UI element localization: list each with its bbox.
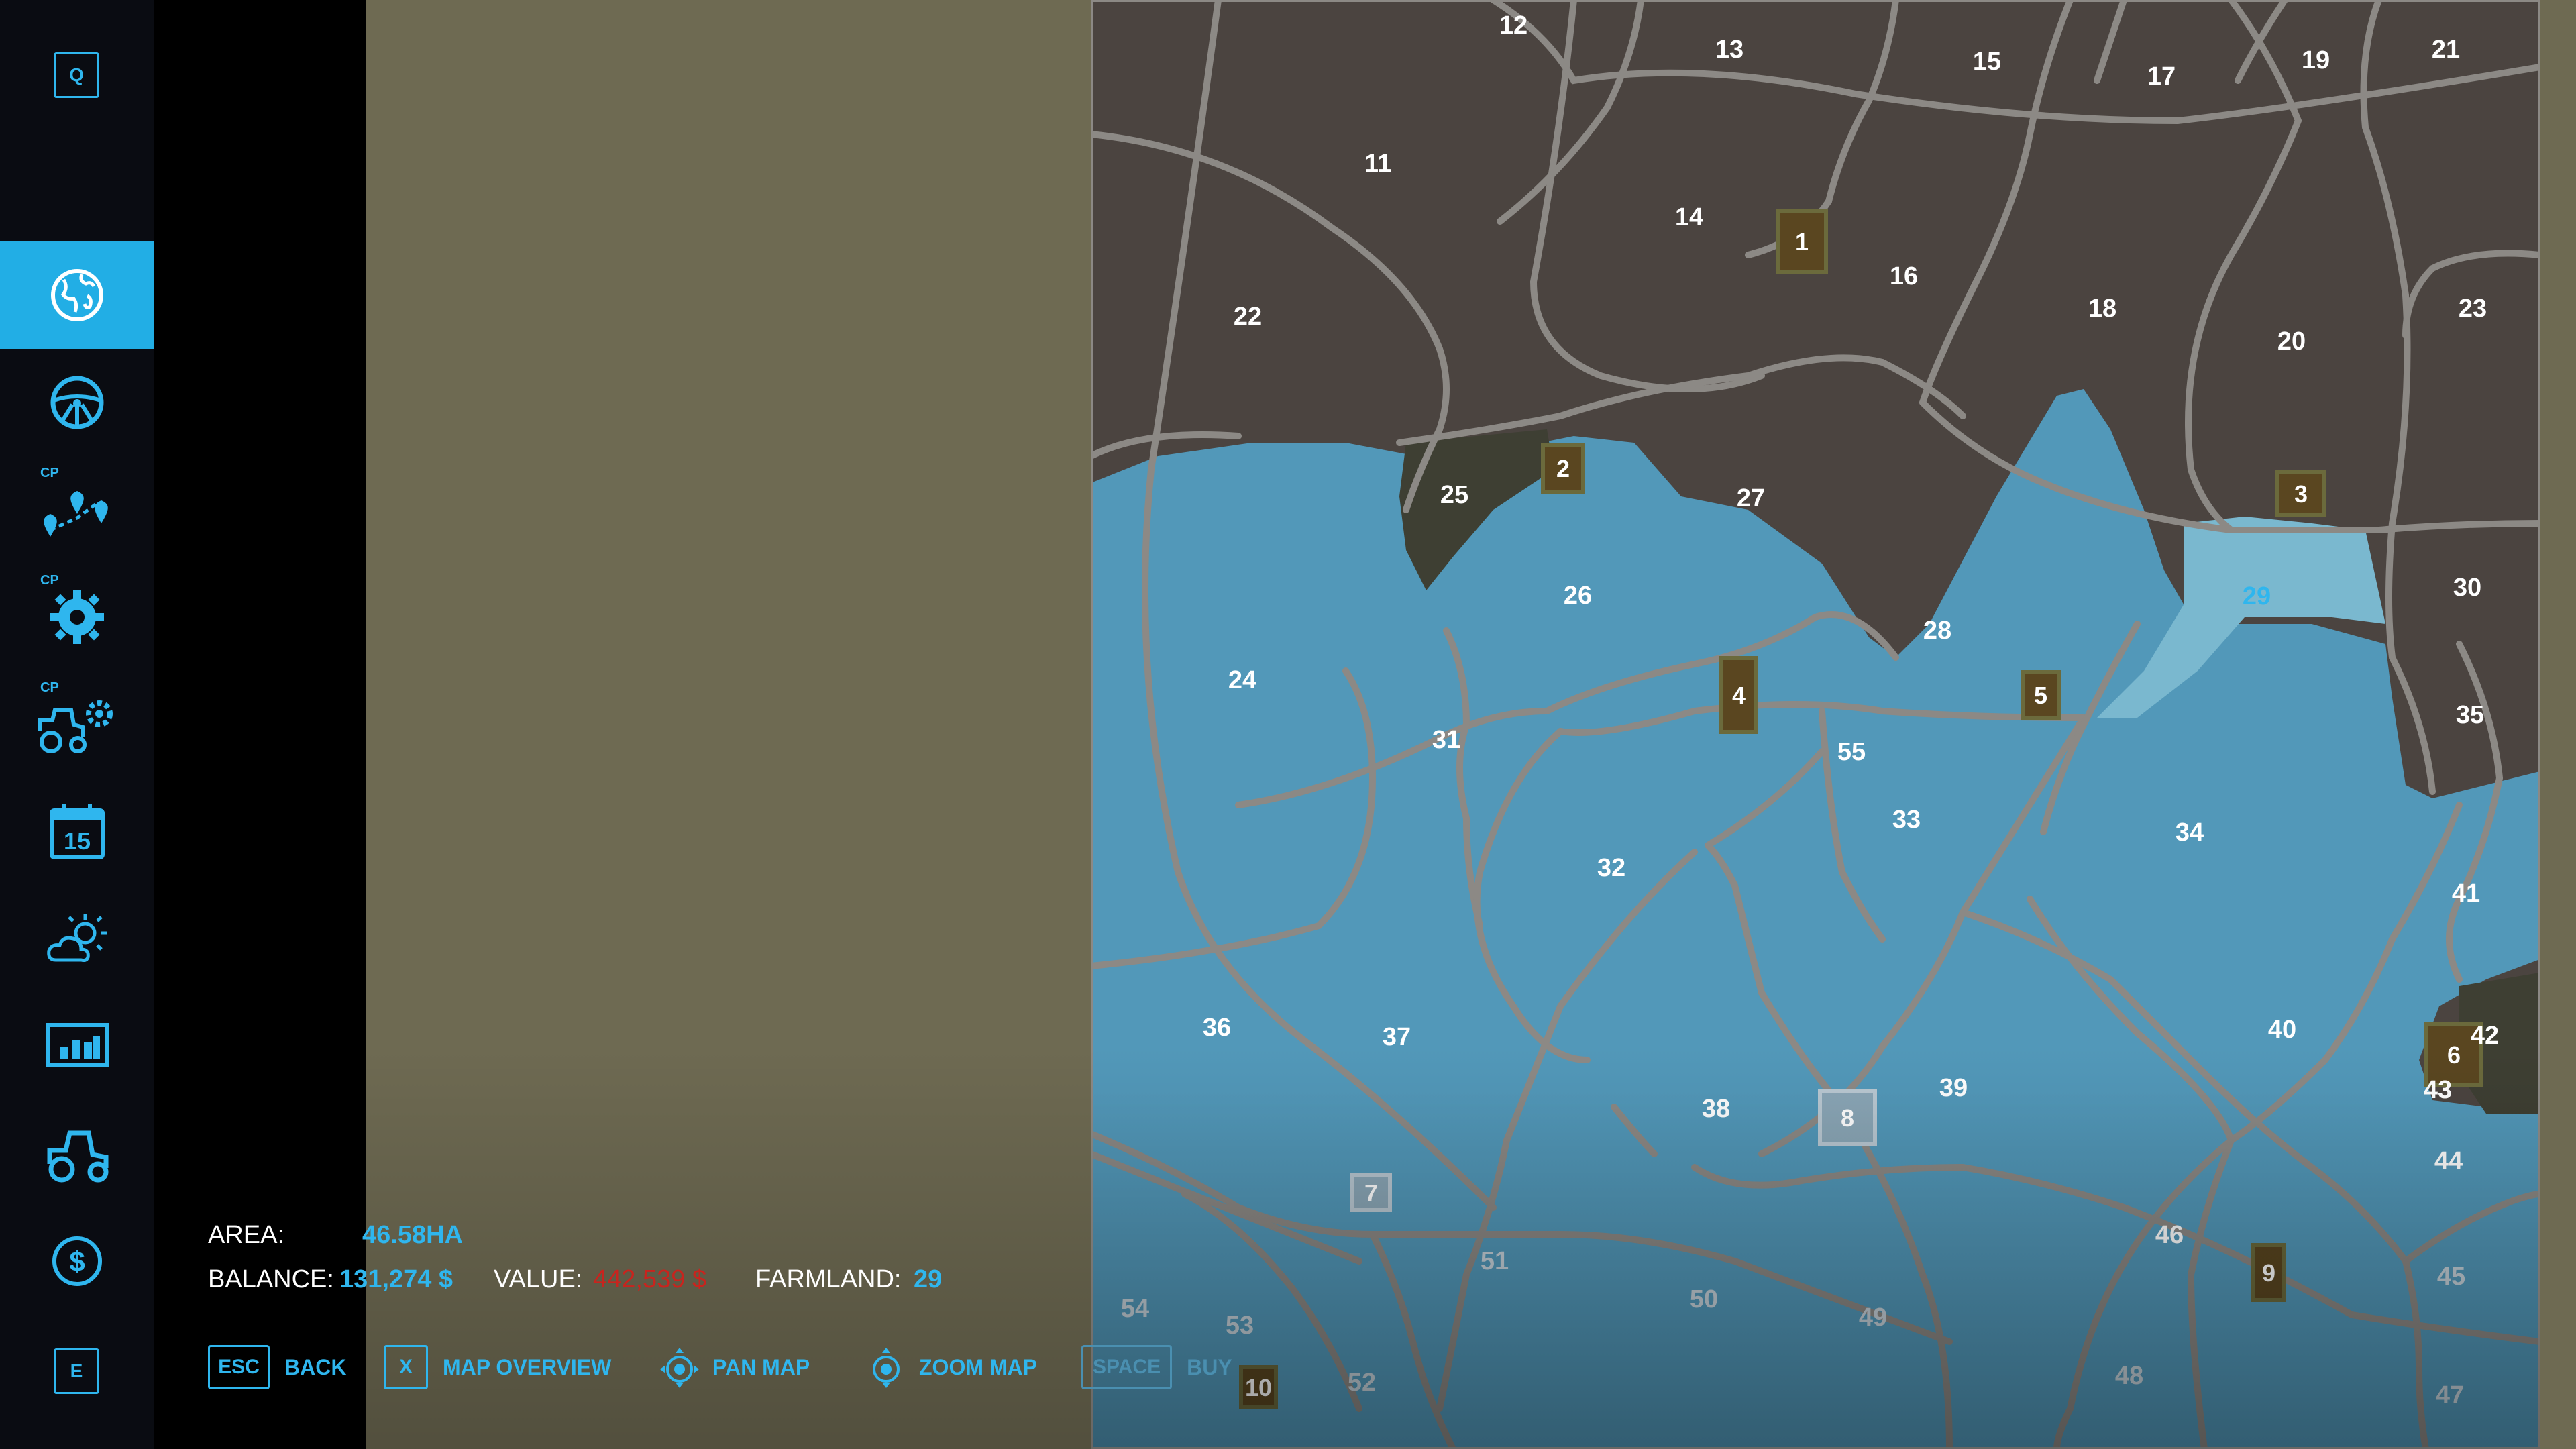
stick-zoom-icon: [873, 1348, 900, 1388]
value-label: VALUE:: [494, 1265, 583, 1293]
tab-finances[interactable]: $: [0, 1208, 154, 1315]
calendar-day: 15: [64, 827, 91, 855]
area-label: AREA:: [208, 1221, 285, 1249]
tab-weather[interactable]: [0, 885, 154, 993]
tab-vehicles[interactable]: [0, 349, 154, 456]
stick-pan-icon: [660, 1348, 699, 1388]
cp-label: CP: [40, 466, 59, 480]
back-control[interactable]: ESC BACK: [208, 1344, 346, 1391]
calendar-icon: 15: [50, 804, 105, 859]
steering-wheel-icon: [50, 376, 104, 429]
route-pins-icon: [44, 491, 108, 537]
pan-map-control[interactable]: PAN MAP: [657, 1344, 810, 1391]
tab-statistics[interactable]: [0, 993, 154, 1100]
esc-key[interactable]: ESC: [208, 1345, 270, 1389]
x-key[interactable]: X: [384, 1345, 428, 1389]
balance-label: BALANCE:: [208, 1265, 334, 1293]
sidebar: Q CP CP CP 15 $ E: [0, 0, 154, 1449]
tab-map[interactable]: [0, 241, 154, 349]
zoom-map-label: ZOOM MAP: [919, 1354, 1037, 1379]
space-key[interactable]: SPACE: [1081, 1345, 1173, 1389]
pan-map-label: PAN MAP: [712, 1354, 810, 1379]
tab-courseplay-settings[interactable]: CP: [0, 564, 154, 671]
map-overview-label: MAP OVERVIEW: [443, 1354, 612, 1379]
next-tab-key[interactable]: E: [54, 1348, 99, 1394]
farmland-label: FARMLAND:: [755, 1265, 902, 1293]
tractor-gear-icon: [38, 700, 113, 753]
area-value: 46.58HA: [362, 1221, 463, 1249]
zoom-map-control[interactable]: ZOOM MAP: [864, 1344, 1037, 1391]
prev-tab-key[interactable]: Q: [54, 52, 99, 98]
back-label: BACK: [284, 1354, 347, 1379]
chart-icon: [46, 1023, 109, 1067]
balance-value: 131,274 $: [339, 1265, 453, 1293]
weather-icon: [47, 914, 107, 962]
tab-calendar[interactable]: 15: [0, 778, 154, 885]
cp-label: CP: [40, 680, 59, 695]
farmland-value: 29: [914, 1265, 943, 1293]
tab-garage[interactable]: [0, 1100, 154, 1208]
map-overview-control[interactable]: X MAP OVERVIEW: [384, 1344, 611, 1391]
cp-label: CP: [40, 573, 59, 588]
globe-icon: [51, 269, 103, 321]
buy-label: BUY: [1187, 1354, 1232, 1379]
tab-courseplay-vehicles[interactable]: CP: [0, 671, 154, 778]
svg-text:$: $: [69, 1246, 85, 1277]
farmland-map[interactable]: 12345678910 1112131415161718192021222324…: [1091, 0, 2540, 1449]
gear-icon: [50, 590, 104, 644]
tab-courseplay-routes[interactable]: CP: [0, 456, 154, 564]
value-value: 442,539 $: [593, 1265, 707, 1293]
map-canvas[interactable]: 12345678910 1112131415161718192021222324…: [1091, 0, 2540, 1449]
tractor-icon: [47, 1130, 109, 1183]
buy-control[interactable]: SPACE BUY: [1081, 1344, 1232, 1391]
dollar-icon: $: [52, 1236, 102, 1286]
